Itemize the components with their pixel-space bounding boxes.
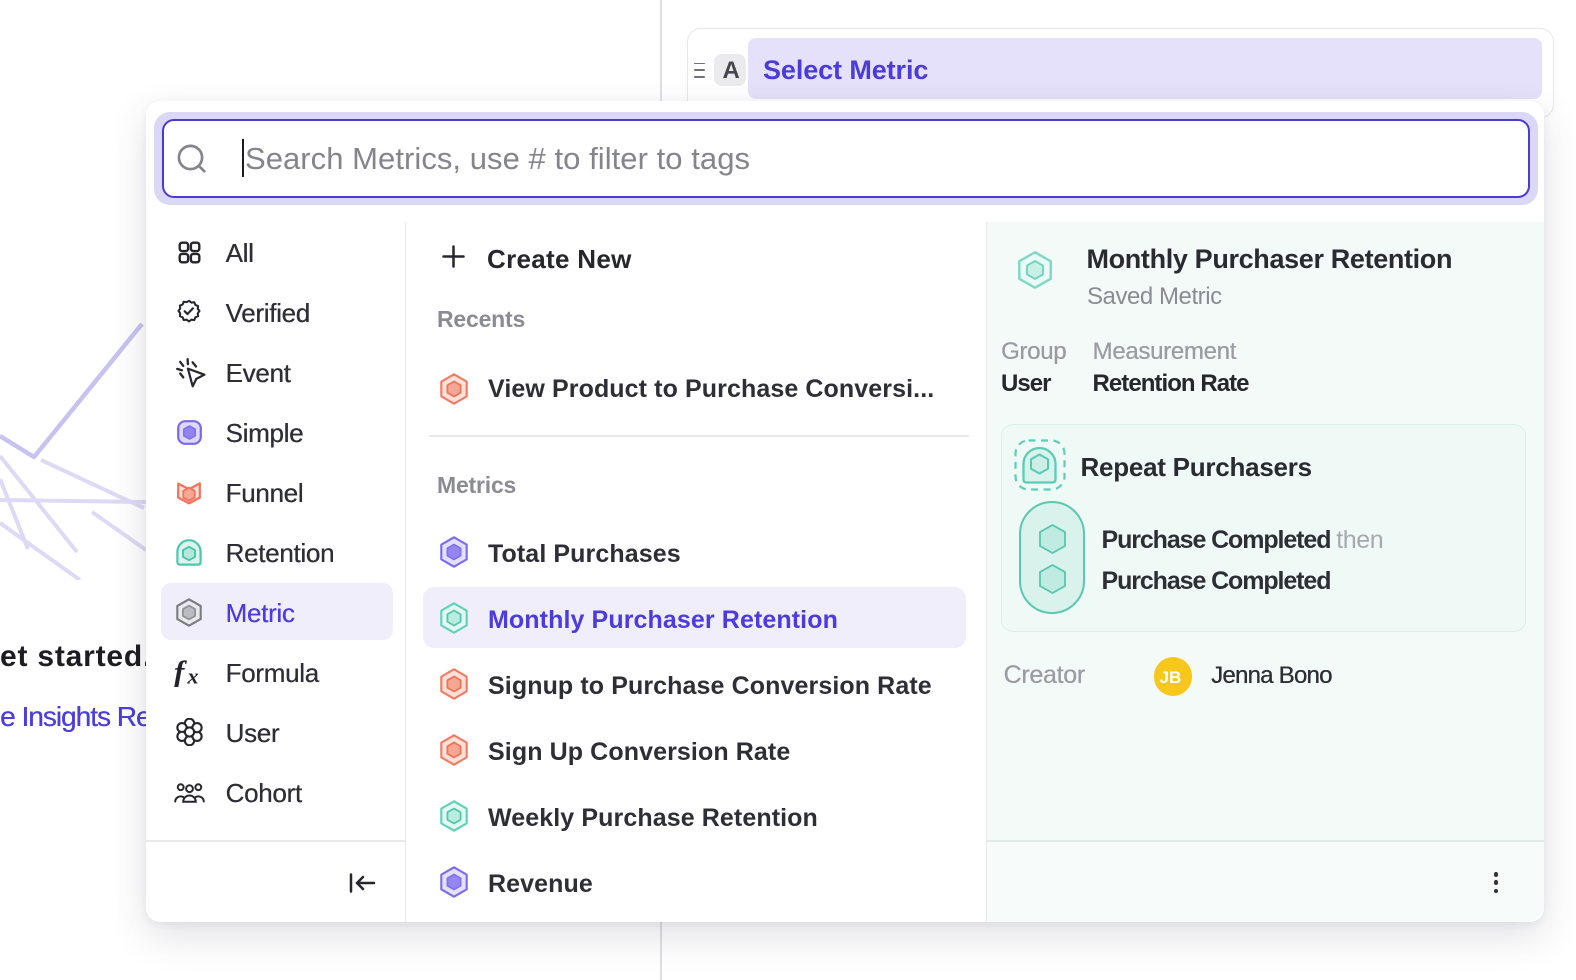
svg-text:x: x <box>187 664 199 688</box>
svg-text:f: f <box>174 658 187 687</box>
